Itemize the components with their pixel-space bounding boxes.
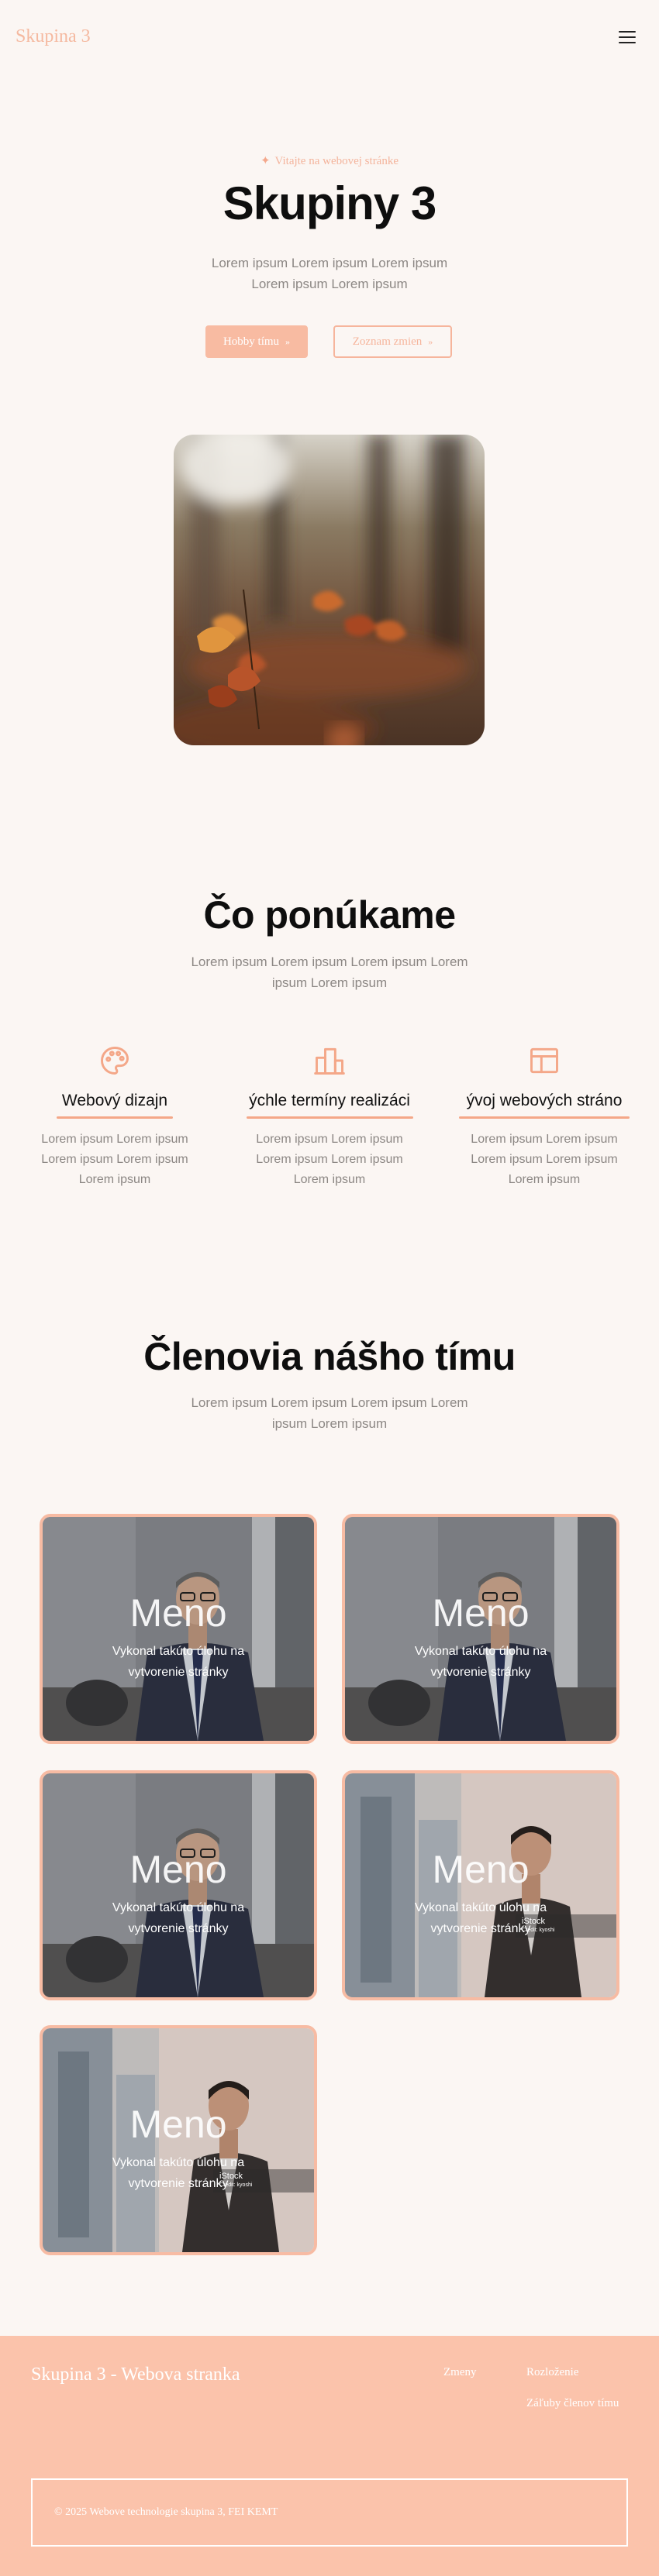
member-description: Vykonal takúto úlohu na vytvorenie strán…	[112, 1645, 245, 1679]
team-title: Členovia nášho tímu	[143, 1335, 516, 1378]
buildings-icon	[314, 1047, 345, 1075]
hero-autumn-leaves-image	[174, 435, 485, 745]
team-member-card[interactable]: Meno Vykonal takúto úlohu na vytvorenie …	[40, 2025, 317, 2255]
member-name: Meno	[432, 1848, 530, 1891]
watermark-credit: Credit: kyoshi	[522, 1928, 555, 1933]
title-underline	[57, 1116, 173, 1119]
hobby-button-label: Hobby tímu	[223, 335, 280, 348]
service-title: ýchle termíny realizáci	[249, 1092, 410, 1109]
layout-icon	[530, 1047, 558, 1074]
offer-subtitle: Lorem ipsum Lorem ipsum Lorem ipsum Lore…	[191, 954, 468, 990]
member-name: Meno	[129, 1848, 227, 1891]
member-description: Vykonal takúto úlohu na vytvorenie strán…	[112, 1901, 245, 1935]
member-name: Meno	[129, 2103, 227, 2146]
hero-title: Skupiny 3	[223, 177, 436, 229]
site-logo[interactable]: Skupina 3	[16, 26, 91, 47]
welcome-tagline: ✦ Vitajte na webovej stránke	[0, 153, 659, 168]
service-card: ývoj webových stráno Lorem ipsum Lorem i…	[451, 1044, 637, 1190]
member-name: Meno	[129, 1591, 227, 1635]
team-subtitle: Lorem ipsum Lorem ipsum Lorem ipsum Lore…	[191, 1395, 468, 1431]
team-member-card[interactable]: Meno Vykonal takúto úlohu na vytvorenie …	[342, 1514, 619, 1744]
sparkle-icon: ✦	[260, 155, 271, 167]
service-description: Lorem ipsum Lorem ipsum Lorem ipsum Lore…	[256, 1133, 403, 1186]
service-card: Webový dizajn Lorem ipsum Lorem ipsum Lo…	[22, 1044, 208, 1190]
istock-watermark: iStock Credit: kyoshi	[522, 1917, 554, 1935]
watermark-credit: Credit: kyoshi	[219, 2182, 253, 2188]
service-card: ýchle termíny realizáci Lorem ipsum Lore…	[236, 1044, 423, 1190]
palette-icon	[101, 1047, 129, 1075]
member-name: Meno	[432, 1591, 530, 1635]
chevron-right-icon: »	[428, 335, 433, 347]
hero-subtitle: Lorem ipsum Lorem ipsum Lorem ipsum Lore…	[211, 256, 448, 291]
title-underline	[459, 1116, 630, 1119]
member-description: Vykonal takúto úlohu na vytvorenie strán…	[414, 1645, 547, 1679]
footer-link-zmeny[interactable]: Zmeny	[443, 2366, 477, 2379]
team-member-card[interactable]: Meno Vykonal takúto úlohu na vytvorenie …	[342, 1770, 619, 2000]
watermark-text: iStock	[522, 1917, 545, 1926]
team-member-card[interactable]: Meno Vykonal takúto úlohu na vytvorenie …	[40, 1514, 317, 1744]
watermark-text: iStock	[219, 2172, 243, 2181]
istock-watermark: iStock Credit: kyoshi	[219, 2172, 252, 2189]
offer-title: Čo ponúkame	[203, 893, 456, 937]
footer-title: Skupina 3 - Webova stranka	[31, 2364, 240, 2385]
changelog-button[interactable]: Zoznam zmien »	[333, 325, 452, 358]
changelog-button-label: Zoznam zmien	[352, 335, 423, 348]
service-title: Webový dizajn	[61, 1092, 168, 1109]
team-member-card[interactable]: Meno Vykonal takúto úlohu na vytvorenie …	[40, 1770, 317, 2000]
welcome-text: Vitajte na webovej stránke	[274, 155, 399, 167]
footer-link-zaluby[interactable]: Záľuby členov tímu	[526, 2397, 619, 2410]
hamburger-menu-icon[interactable]	[619, 31, 636, 43]
hobby-button[interactable]: Hobby tímu »	[205, 325, 308, 358]
service-description: Lorem ipsum Lorem ipsum Lorem ipsum Lore…	[41, 1133, 188, 1186]
chevron-right-icon: »	[285, 335, 291, 347]
service-description: Lorem ipsum Lorem ipsum Lorem ipsum Lore…	[471, 1133, 618, 1186]
service-title: ývoj webových stráno	[466, 1092, 623, 1109]
title-underline	[246, 1116, 413, 1119]
copyright-text: © 2025 Webove technologie skupina 3, FEI…	[54, 2506, 278, 2518]
footer-link-rozlozenie[interactable]: Rozloženie	[526, 2366, 578, 2379]
